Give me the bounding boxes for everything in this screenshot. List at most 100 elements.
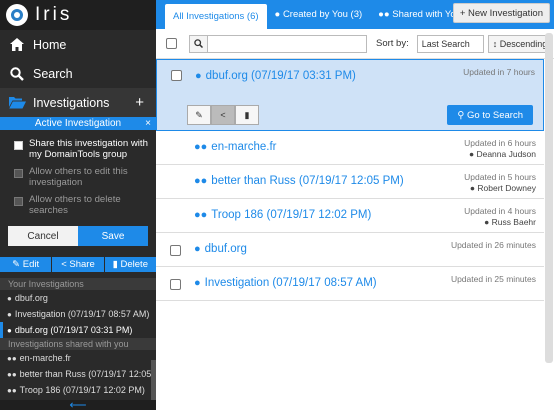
row-checkbox[interactable] xyxy=(171,70,182,81)
row-checkbox[interactable] xyxy=(170,279,181,290)
owner-name: Russ Baehr xyxy=(491,217,536,227)
main-scrollbar[interactable] xyxy=(545,33,553,363)
share-icon[interactable]: < xyxy=(211,105,235,125)
iris-logo-icon xyxy=(6,4,28,26)
user-icon: ● xyxy=(274,9,283,20)
home-icon xyxy=(8,38,26,51)
investigation-action-row: ✎ Edit < Share ▮ Delete xyxy=(0,257,156,272)
edit-icon: ✎ xyxy=(12,259,23,270)
go-to-search-label: Go to Search xyxy=(467,109,523,121)
sidebar-investigation-item[interactable]: ● dbuf.org xyxy=(0,290,156,306)
investigation-title[interactable]: ●● better than Russ (07/19/17 12:05 PM) xyxy=(194,175,404,187)
sort-direction-button[interactable]: ↕ Descending xyxy=(487,34,553,53)
allow-edit-checkbox[interactable] xyxy=(14,169,23,178)
user-icon: ● xyxy=(7,309,12,319)
users-icon: ●● xyxy=(194,141,208,153)
sidebar-investigation-item[interactable]: ● Investigation (07/19/17 08:57 AM) xyxy=(0,306,156,322)
plus-icon: + xyxy=(459,7,469,19)
investigation-title[interactable]: ●● Troop 186 (07/19/17 12:02 PM) xyxy=(194,209,371,221)
investigation-title[interactable]: ● Investigation (07/19/17 08:57 AM) xyxy=(194,277,377,289)
nav-search[interactable]: Search xyxy=(0,59,156,88)
brand-name: Iris xyxy=(35,4,73,25)
sidebar-shared-item[interactable]: ●● better than Russ (07/19/17 12:05... xyxy=(0,366,156,382)
sidebar-investigation-label: Investigation (07/19/17 08:57 AM) xyxy=(14,309,150,319)
select-all-checkbox[interactable] xyxy=(166,38,177,49)
nav-home[interactable]: Home xyxy=(0,30,156,59)
nav-investigations-label: Investigations xyxy=(33,95,110,110)
search-icon xyxy=(189,34,208,53)
nav-investigations[interactable]: Investigations + xyxy=(0,88,156,117)
user-icon: ● xyxy=(195,70,202,82)
updated-time: Updated in 26 minutes xyxy=(450,240,536,250)
sidebar-investigation-item-active[interactable]: ● dbuf.org (07/19/17 03:31 PM) xyxy=(0,322,156,338)
tab-created-by-you[interactable]: ● Created by You (3) xyxy=(267,0,371,29)
share-group-checkbox[interactable] xyxy=(14,141,23,150)
list-toolbar: Sort by: Last Search ↕ Descending xyxy=(156,29,554,59)
shared-investigations-header: Investigations shared with you xyxy=(0,338,156,350)
tab-shared-label: Shared with You xyxy=(392,9,461,20)
edit-icon[interactable]: ✎ xyxy=(187,105,211,125)
users-icon: ●● xyxy=(7,369,17,379)
investigation-row[interactable]: ● Investigation (07/19/17 08:57 AM) Updat… xyxy=(156,267,544,301)
share-option-delete: Allow others to delete searches xyxy=(8,194,148,216)
investigation-list: ● dbuf.org (07/19/17 03:31 PM) Updated in… xyxy=(156,59,544,301)
share-option-edit: Allow others to edit this investigation xyxy=(8,166,148,188)
sidebar-shared-item[interactable]: ●● Troop 186 (07/19/17 12:02 PM) xyxy=(0,382,156,398)
updated-time: Updated in 25 minutes xyxy=(450,274,536,284)
sort-field-select[interactable]: Last Search xyxy=(416,34,484,53)
edit-button[interactable]: ✎ Edit xyxy=(0,257,53,272)
users-icon: ●● xyxy=(7,385,17,395)
share-button-row: Cancel Save xyxy=(8,226,148,246)
users-icon: ●● xyxy=(7,353,17,363)
sidebar-shared-label: en-marche.fr xyxy=(19,353,71,363)
investigation-row-selected[interactable]: ● dbuf.org (07/19/17 03:31 PM) Updated in… xyxy=(156,59,544,131)
updated-time: Updated in 7 hours xyxy=(463,67,535,77)
users-icon: ●● xyxy=(378,9,393,20)
investigation-row[interactable]: ●● better than Russ (07/19/17 12:05 PM) U… xyxy=(156,165,544,199)
share-option-group: Share this investigation with my DomainT… xyxy=(8,138,148,160)
edit-label: Edit xyxy=(22,259,40,270)
row-tools: ✎ < ▮ xyxy=(187,105,259,125)
main-panel: All Investigations (6) ● Created by You … xyxy=(156,0,554,410)
sidebar-shared-label: better than Russ (07/19/17 12:05... xyxy=(19,369,156,379)
updated-time: Updated in 4 hours xyxy=(464,206,536,216)
investigation-title-text: dbuf.org (07/19/17 03:31 PM) xyxy=(205,70,356,82)
collapse-sidebar-button[interactable]: ⟵ xyxy=(0,398,156,410)
search-icon: ⚲ xyxy=(457,109,468,121)
delete-button[interactable]: ▮ Delete xyxy=(105,257,156,272)
row-checkbox[interactable] xyxy=(170,245,181,256)
nav-home-label: Home xyxy=(33,37,67,52)
investigation-title-text: better than Russ (07/19/17 12:05 PM) xyxy=(211,175,404,187)
user-icon: ● xyxy=(194,277,201,289)
tab-bar: All Investigations (6) ● Created by You … xyxy=(156,0,554,29)
share-label: Share xyxy=(69,259,95,270)
investigation-title[interactable]: ● dbuf.org (07/19/17 03:31 PM) xyxy=(195,70,356,82)
share-group-label: Share this investigation with my DomainT… xyxy=(29,138,148,160)
tab-all-investigations[interactable]: All Investigations (6) xyxy=(165,4,267,29)
cancel-button[interactable]: Cancel xyxy=(8,226,78,246)
users-icon: ●● xyxy=(194,209,208,221)
allow-delete-checkbox[interactable] xyxy=(14,197,23,206)
your-investigations-header: Your Investigations xyxy=(0,278,156,290)
investigation-title[interactable]: ● dbuf.org xyxy=(194,243,247,255)
save-button[interactable]: Save xyxy=(78,226,148,246)
investigation-row[interactable]: ●● Troop 186 (07/19/17 12:02 PM) Updated … xyxy=(156,199,544,233)
go-to-search-button[interactable]: ⚲ Go to Search xyxy=(447,105,533,125)
sidebar-shared-item[interactable]: ●● en-marche.fr xyxy=(0,350,156,366)
new-investigation-button[interactable]: + New Investigation xyxy=(452,3,550,23)
sort-icon: ↕ xyxy=(492,38,500,49)
allow-delete-label: Allow others to delete searches xyxy=(29,194,121,216)
investigation-title[interactable]: ●● en-marche.fr xyxy=(194,141,276,153)
close-icon[interactable]: × xyxy=(145,118,151,129)
add-investigation-button[interactable]: + xyxy=(135,94,144,111)
investigation-title-text: dbuf.org xyxy=(204,243,247,255)
investigation-row[interactable]: ●● en-marche.fr Updated in 6 hours ● Dean… xyxy=(156,131,544,165)
arrow-left-icon: ⟵ xyxy=(69,398,87,410)
trash-icon[interactable]: ▮ xyxy=(235,105,259,125)
sort-by-label: Sort by: xyxy=(376,38,409,49)
investigation-row[interactable]: ● dbuf.org Updated in 26 minutes xyxy=(156,233,544,267)
owner-name: Robert Downey xyxy=(477,183,536,193)
active-investigation-title: Active Investigation xyxy=(34,118,122,129)
share-button[interactable]: < Share xyxy=(52,257,105,272)
filter-search-input[interactable] xyxy=(208,34,367,53)
